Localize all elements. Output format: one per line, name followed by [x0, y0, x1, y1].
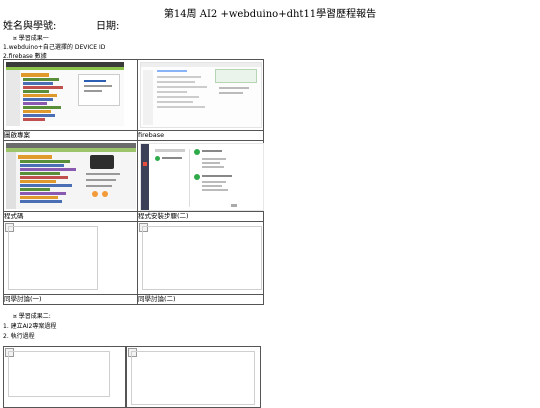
date-label: 日期:	[96, 21, 120, 32]
bullet-icon: ¤	[13, 313, 17, 320]
cell-code	[3, 140, 138, 212]
image-placeholder	[131, 351, 255, 405]
step-1: 1. 建立AI2專案過程	[3, 323, 57, 330]
caption-project: 圖啟專案	[3, 130, 138, 141]
caption-install: 程式安裝步驟(二)	[137, 211, 264, 222]
cell-install	[137, 140, 264, 212]
step-2: 2. 執行過程	[3, 333, 35, 340]
image-placeholder	[8, 226, 98, 290]
ai2-blocks-screenshot	[6, 62, 124, 126]
caption-firebase: firebase	[137, 130, 264, 141]
cell-firebase	[137, 59, 264, 131]
firebase-screenshot	[140, 62, 262, 128]
name-label: 姓名與學號:	[3, 21, 57, 32]
caption-discussion-1: 同學討論(一)	[3, 294, 138, 305]
doc-title: 第14周 AI2 +webduino+dht11學習歷程報告	[163, 9, 377, 20]
screenshot-table: 圖啟專案 firebase 程式碼 程式安裝步驟(二) 同學討論(一) 同學討論…	[3, 59, 264, 305]
caption-discussion-2: 同學討論(二)	[137, 294, 264, 305]
section1-heading: ¤ 學習成果一	[13, 33, 49, 42]
code-blocks-screenshot	[6, 143, 136, 209]
install-steps-screenshot	[140, 143, 264, 211]
cell-project	[3, 59, 138, 131]
section1-heading-text: 學習成果一	[18, 35, 49, 42]
image-placeholder	[142, 226, 262, 290]
process-image-right	[126, 346, 261, 408]
item-1: 1.webduino+自己選擇的 DEVICE ID	[3, 44, 106, 51]
caption-code: 程式碼	[3, 211, 138, 222]
section2-heading: ¤ 學習成果二:	[13, 311, 51, 320]
image-placeholder	[8, 351, 110, 397]
cell-discussion-2	[137, 221, 264, 295]
bullet-icon: ¤	[13, 35, 17, 42]
process-image-left	[3, 346, 126, 408]
section2-heading-text: 學習成果二:	[18, 313, 51, 320]
cell-discussion-1	[3, 221, 138, 295]
name-line: 姓名與學號: 日期:	[3, 17, 119, 32]
